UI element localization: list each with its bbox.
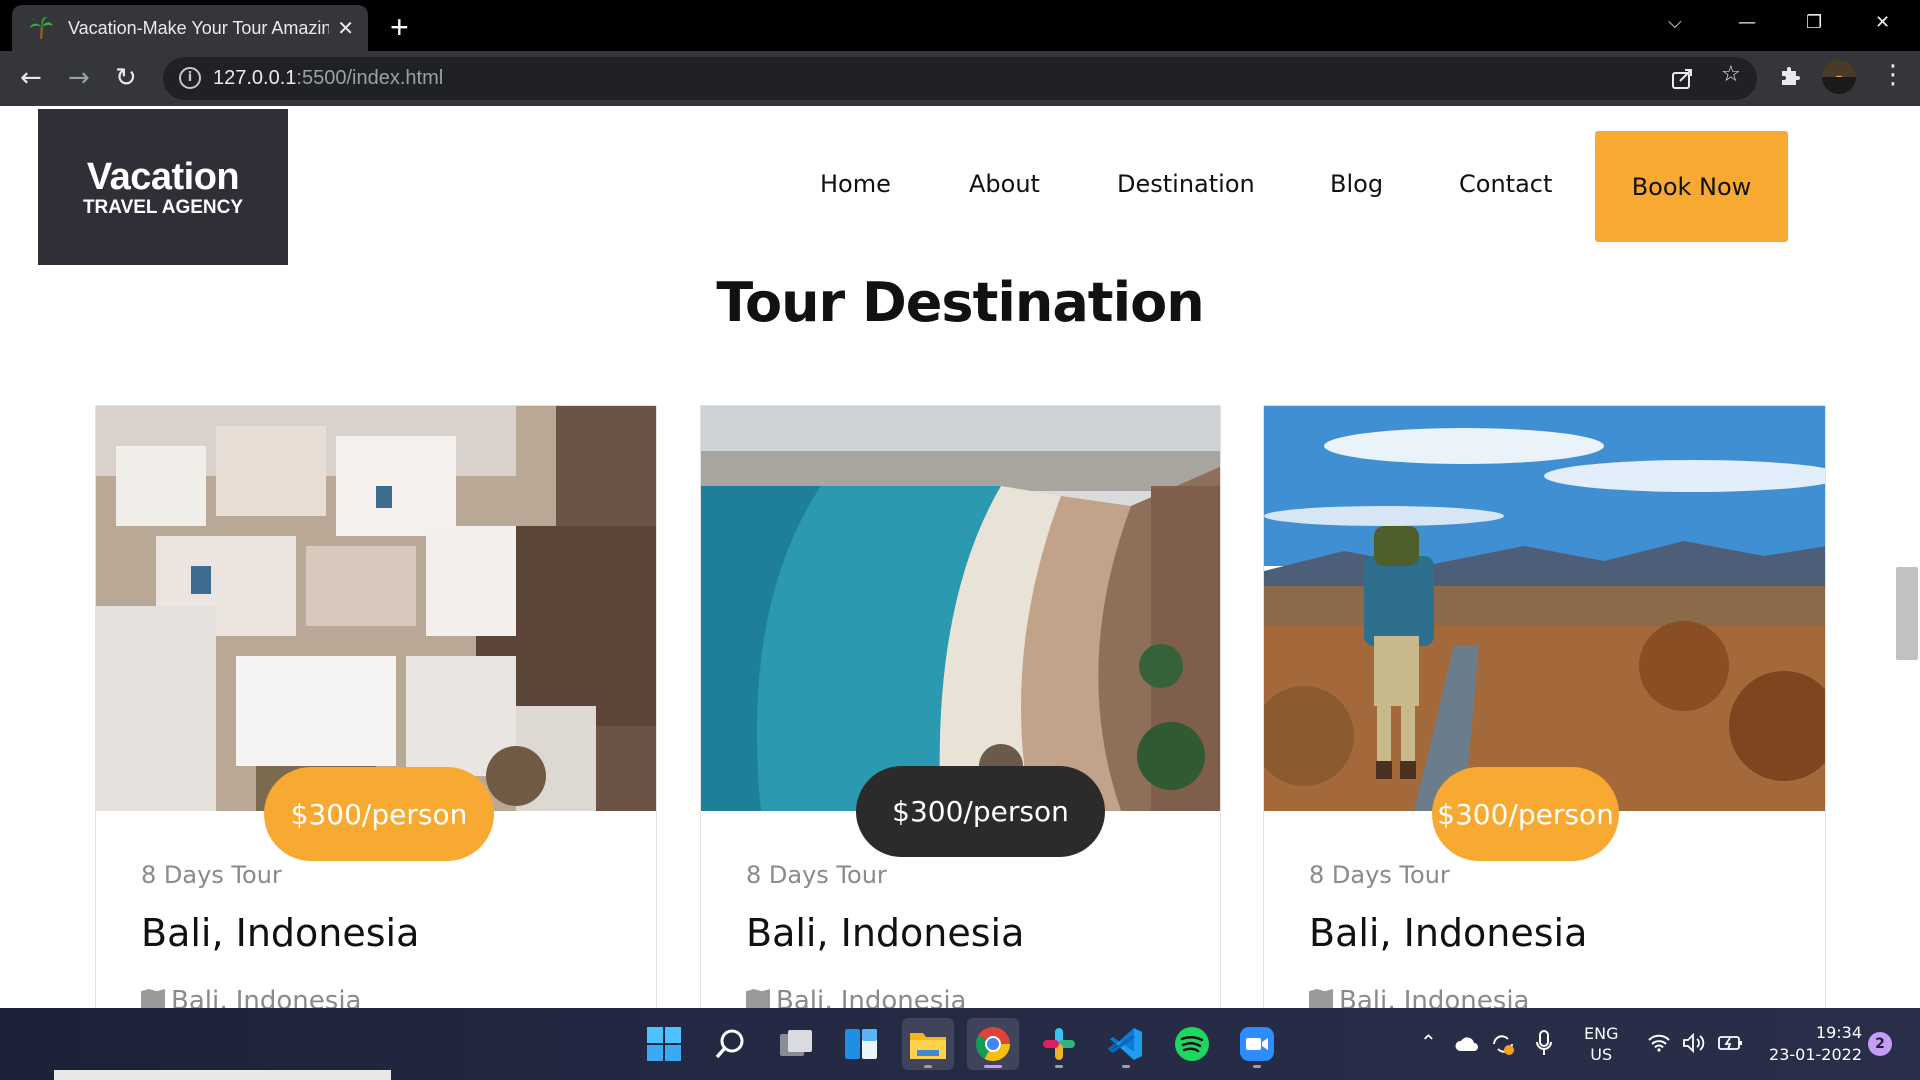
volume-icon[interactable] — [1682, 1033, 1706, 1053]
card-image-santorini — [96, 406, 656, 811]
map-icon — [141, 989, 165, 1008]
site-logo[interactable]: Vacation TRAVEL AGENCY — [38, 109, 288, 265]
tab-search-icon[interactable]: ⌵ — [1668, 12, 1682, 33]
location-line: Bali, Indonesia — [141, 986, 361, 1008]
sync-icon[interactable] — [1490, 1032, 1516, 1056]
spotify-icon[interactable] — [1166, 1018, 1218, 1070]
destination-card[interactable]: $300/person 8 Days Tour Bali, Indonesia … — [700, 405, 1221, 1008]
location-text: Bali, Indonesia — [1339, 986, 1530, 1008]
url-text[interactable]: 127.0.0.1:5500/index.html — [213, 67, 443, 90]
new-tab-button[interactable]: + — [390, 9, 409, 46]
card-image-hiker — [1264, 406, 1825, 811]
notification-badge[interactable]: 2 — [1868, 1032, 1892, 1056]
price-badge: $300/person — [264, 767, 494, 861]
minimize-button[interactable]: — — [1738, 12, 1756, 33]
language-indicator[interactable]: ENG US — [1584, 1023, 1618, 1065]
palm-tree-icon — [29, 16, 53, 40]
browser-menu-icon[interactable]: ⋮ — [1880, 60, 1906, 90]
battery-charging-icon[interactable] — [1718, 1034, 1744, 1052]
web-page: Vacation TRAVEL AGENCY Home About Destin… — [0, 106, 1920, 1008]
vscode-icon[interactable] — [1100, 1018, 1152, 1070]
tour-duration: 8 Days Tour — [746, 861, 887, 889]
location-line: Bali, Indonesia — [746, 986, 966, 1008]
card-image-beach — [701, 406, 1220, 811]
task-view-icon[interactable] — [770, 1018, 822, 1070]
nav-home[interactable]: Home — [820, 170, 891, 198]
wifi-icon[interactable] — [1648, 1034, 1670, 1052]
logo-subtitle: TRAVEL AGENCY — [82, 197, 244, 218]
tab-close-icon[interactable]: ✕ — [337, 16, 354, 41]
forward-arrow-icon[interactable]: → — [68, 63, 90, 93]
price-badge: $300/person — [1432, 767, 1619, 861]
nav-destination[interactable]: Destination — [1117, 170, 1255, 198]
location-text: Bali, Indonesia — [776, 986, 967, 1008]
browser-tab-strip: Vacation-Make Your Tour Amazing ✕ + ⌵ — … — [0, 0, 1920, 51]
book-now-button[interactable]: Book Now — [1595, 131, 1788, 242]
bookmark-star-icon[interactable]: ☆ — [1721, 62, 1741, 87]
map-icon — [1309, 989, 1333, 1008]
zoom-icon[interactable] — [1231, 1018, 1283, 1070]
location-line: Bali, Indonesia — [1309, 986, 1529, 1008]
browser-tab-active[interactable]: Vacation-Make Your Tour Amazing ✕ — [12, 5, 368, 51]
location-text: Bali, Indonesia — [171, 986, 362, 1008]
chevron-up-icon[interactable]: ⌃ — [1420, 1030, 1437, 1054]
destination-name[interactable]: Bali, Indonesia — [746, 911, 1024, 955]
extensions-puzzle-icon[interactable] — [1778, 64, 1802, 88]
reload-icon[interactable]: ↻ — [115, 63, 137, 93]
back-arrow-icon[interactable]: ← — [20, 63, 42, 93]
destination-card[interactable]: $300/person 8 Days Tour Bali, Indonesia … — [1263, 405, 1826, 1008]
address-bar[interactable]: i 127.0.0.1:5500/index.html ☆ — [163, 57, 1757, 100]
tab-title: Vacation-Make Your Tour Amazing — [67, 17, 330, 38]
destination-card[interactable]: $300/person 8 Days Tour Bali, Indonesia … — [95, 405, 657, 1008]
tour-duration: 8 Days Tour — [1309, 861, 1450, 889]
windows-start-icon[interactable] — [638, 1018, 690, 1070]
search-icon[interactable] — [704, 1018, 756, 1070]
window-preview-strip — [54, 1070, 391, 1080]
section-title: Tour Destination — [716, 271, 1204, 334]
clock[interactable]: 19:34 23-01-2022 — [1762, 1022, 1862, 1066]
price-badge: $300/person — [856, 766, 1105, 857]
file-explorer-icon[interactable] — [902, 1018, 954, 1070]
destination-name[interactable]: Bali, Indonesia — [141, 911, 419, 955]
tour-duration: 8 Days Tour — [141, 861, 282, 889]
page-scrollbar-thumb[interactable] — [1896, 567, 1918, 660]
widgets-icon[interactable] — [835, 1018, 887, 1070]
nav-blog[interactable]: Blog — [1330, 170, 1383, 198]
close-window-button[interactable]: ✕ — [1875, 12, 1890, 33]
restore-button[interactable]: ❐ — [1806, 12, 1822, 33]
destination-name[interactable]: Bali, Indonesia — [1309, 911, 1587, 955]
site-info-icon[interactable]: i — [179, 67, 201, 89]
browser-toolbar: ← → ↻ i 127.0.0.1:5500/index.html ☆ ⋮ — [0, 51, 1920, 106]
map-icon — [746, 989, 770, 1008]
nav-contact[interactable]: Contact — [1459, 170, 1552, 198]
logo-title: Vacation — [86, 156, 240, 198]
microphone-icon[interactable] — [1536, 1030, 1552, 1056]
chrome-icon[interactable] — [967, 1018, 1019, 1070]
onedrive-cloud-icon[interactable] — [1454, 1036, 1480, 1052]
nav-about[interactable]: About — [969, 170, 1040, 198]
profile-avatar[interactable] — [1822, 60, 1856, 94]
share-icon[interactable] — [1671, 68, 1693, 90]
slack-icon[interactable] — [1033, 1018, 1085, 1070]
